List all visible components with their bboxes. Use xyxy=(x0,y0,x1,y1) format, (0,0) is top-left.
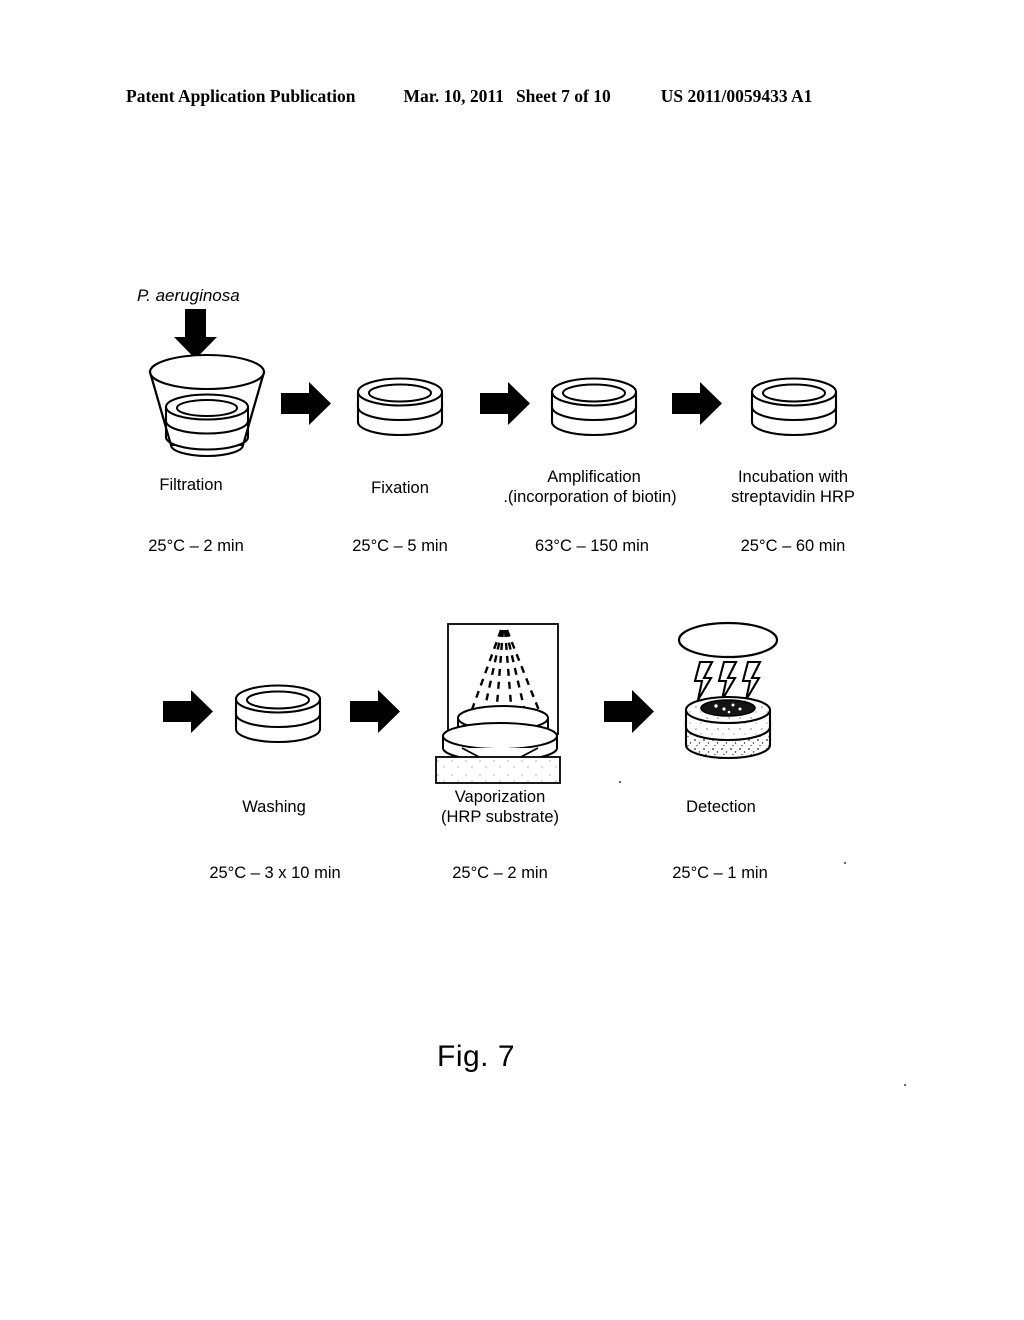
step-label-filtration: Filtration xyxy=(159,476,223,494)
flow-arrow-5-icon xyxy=(350,690,400,733)
step-label-vaporization: Vaporization xyxy=(454,788,546,806)
step-condition-washing: 25°C – 3 x 10 min xyxy=(209,864,341,882)
step-label-detection: Detection xyxy=(686,798,756,816)
sample-label: P. aeruginosa xyxy=(137,286,240,305)
step-condition-incubation: 25°C – 60 min xyxy=(740,537,846,555)
header-patent-number: US 2011/0059433 A1 xyxy=(660,86,813,106)
page-header: Patent Application Publication Mar. 10, … xyxy=(126,86,898,112)
header-date: Mar. 10, 2011 xyxy=(403,86,504,106)
figure-drawing xyxy=(148,309,907,1087)
header-sheet: Sheet 7 of 10 xyxy=(515,86,611,106)
figure-caption: Fig. 7 xyxy=(437,1040,516,1073)
funnel-filter-holder-icon xyxy=(148,353,266,458)
flow-arrow-2-icon xyxy=(480,382,530,425)
step-condition-fixation: 25°C – 5 min xyxy=(352,537,448,555)
flow-arrow-1-icon xyxy=(281,382,331,425)
flow-arrow-4-icon xyxy=(163,690,213,733)
flow-arrow-6-icon xyxy=(604,690,654,733)
step-label-fixation: Fixation xyxy=(371,479,429,497)
step-label-incubation-sub: streptavidin HRP xyxy=(731,488,855,506)
step-label-incubation: Incubation with xyxy=(737,468,849,486)
step-label-amplification: Amplification xyxy=(547,468,641,486)
luminescence-detector-icon xyxy=(677,621,779,760)
washing-disc-icon xyxy=(234,684,322,744)
flow-arrow-3-icon xyxy=(672,382,722,425)
step-condition-vaporization: 25°C – 2 min xyxy=(452,864,548,882)
header-publication: Patent Application Publication xyxy=(126,86,356,106)
step-condition-amplification: 63°C – 150 min xyxy=(535,537,649,555)
fixation-disc-icon xyxy=(356,377,444,437)
step-condition-detection: 25°C – 1 min xyxy=(672,864,768,882)
incubation-disc-icon xyxy=(750,377,838,437)
step-condition-filtration: 25°C – 2 min xyxy=(148,537,244,555)
spray-chamber-icon xyxy=(435,623,561,784)
step-label-vaporization-sub: (HRP substrate) xyxy=(441,808,559,826)
step-label-washing: Washing xyxy=(242,798,306,816)
sample-inlet-arrow-icon xyxy=(174,309,217,359)
amplification-disc-icon xyxy=(550,377,638,437)
step-label-amplification-sub: .(incorporation of biotin) xyxy=(503,488,677,506)
